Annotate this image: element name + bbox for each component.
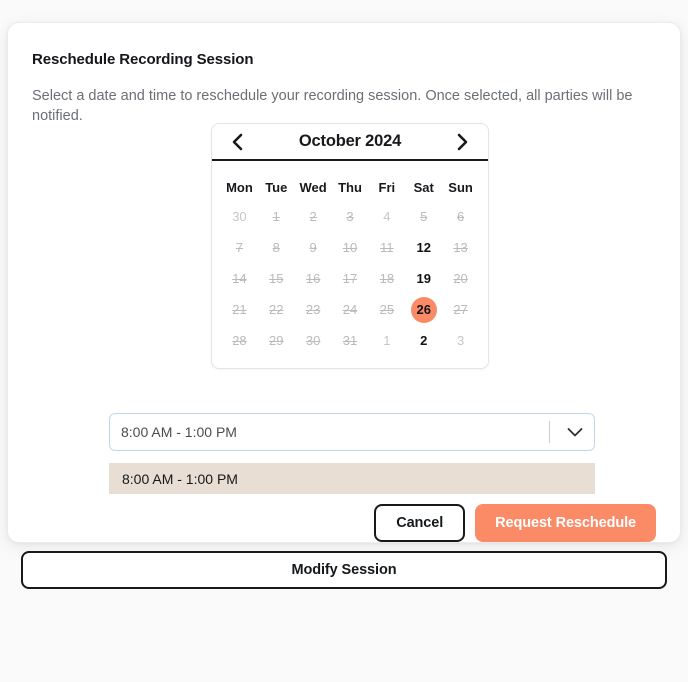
- modal-actions: Cancel Request Reschedule: [374, 504, 656, 542]
- calendar-day-7: 7: [221, 232, 258, 263]
- calendar-day-label: 9: [309, 240, 317, 255]
- calendar-day-22: 22: [258, 294, 295, 325]
- weekday-label: Tue: [265, 180, 288, 195]
- calendar-day-6: 6: [442, 201, 479, 232]
- chevron-down-icon[interactable]: [562, 427, 588, 438]
- calendar-day-14: 14: [221, 263, 258, 294]
- calendar-day-27: 27: [442, 294, 479, 325]
- calendar-day-label: 23: [305, 302, 321, 317]
- calendar-day-label: 19: [416, 271, 431, 286]
- calendar-day-label: 26: [410, 296, 437, 323]
- calendar-day-25: 25: [368, 294, 405, 325]
- calendar-day-label: 1: [272, 209, 280, 224]
- select-divider: [549, 421, 550, 443]
- request-reschedule-button[interactable]: Request Reschedule: [475, 504, 656, 542]
- calendar-day-label: 16: [305, 271, 321, 286]
- calendar-day-2[interactable]: 2: [405, 325, 442, 356]
- time-range-options-list: 8:00 AM - 1:00 PM: [109, 463, 595, 494]
- calendar-day-label: 29: [269, 333, 284, 348]
- weekday-label: Mon: [226, 180, 253, 195]
- calendar-header: October 2024: [212, 124, 488, 161]
- calendar-day-11: 11: [368, 232, 405, 263]
- calendar-day-label: 2: [309, 209, 317, 224]
- calendar-weekday-row: Mon Tue Wed Thu Fri Sat Sun: [221, 175, 479, 201]
- calendar-day-label: 4: [383, 209, 391, 224]
- calendar-day-label: 14: [232, 271, 247, 286]
- calendar-day-1: 1: [368, 325, 405, 356]
- calendar-day-label: 2: [420, 333, 428, 348]
- calendar-day-label: 7: [235, 240, 244, 255]
- calendar-day-15: 15: [258, 263, 295, 294]
- calendar-day-31: 31: [332, 325, 369, 356]
- calendar-day-9: 9: [295, 232, 332, 263]
- modal-title: Reschedule Recording Session: [32, 51, 254, 68]
- calendar-day-label: 10: [342, 240, 358, 255]
- calendar-day-21: 21: [221, 294, 258, 325]
- weekday-label: Sun: [448, 180, 473, 195]
- calendar-day-label: 13: [453, 240, 468, 255]
- calendar-body: Mon Tue Wed Thu Fri Sat Sun 30 1 2 3 4 5 6 7 8 9 1…: [212, 161, 488, 368]
- calendar-day-label: 6: [456, 209, 465, 224]
- calendar-day-13: 13: [442, 232, 479, 263]
- calendar-day-label: 21: [232, 302, 247, 317]
- calendar-day-label: 20: [453, 271, 468, 286]
- calendar-day-12[interactable]: 12: [405, 232, 442, 263]
- reschedule-modal: Reschedule Recording Session Select a da…: [7, 22, 681, 543]
- calendar-day-16: 16: [295, 263, 332, 294]
- calendar-day-18: 18: [368, 263, 405, 294]
- calendar-day-29: 29: [258, 325, 295, 356]
- weekday-label: Fri: [378, 180, 396, 195]
- time-range-selected-value: 8:00 AM - 1:00 PM: [121, 424, 237, 440]
- calendar-day-2: 2: [295, 201, 332, 232]
- calendar-day-label: 18: [379, 271, 395, 286]
- calendar-day-label: 17: [342, 271, 358, 286]
- calendar-day-grid: 30 1 2 3 4 5 6 7 8 9 10 11 12 13 14 15 16 17 18 19 20 21 22 23 2…: [221, 201, 479, 356]
- date-picker-calendar: October 2024 Mon Tue Wed Thu Fri Sat Sun: [211, 123, 489, 369]
- calendar-day-label: 31: [342, 333, 358, 348]
- weekday-label: Sat: [413, 180, 434, 195]
- calendar-day-28: 28: [221, 325, 258, 356]
- calendar-day-label: 22: [269, 302, 284, 317]
- chevron-left-icon[interactable]: [226, 130, 248, 154]
- calendar-day-label: 12: [416, 240, 431, 255]
- calendar-day-label: 3: [456, 333, 465, 348]
- modal-description: Select a date and time to reschedule you…: [32, 88, 633, 124]
- calendar-day-label: 11: [380, 240, 394, 255]
- modal-content: Reschedule Recording Session Select a da…: [8, 23, 680, 542]
- calendar-day-26[interactable]: 26: [405, 294, 442, 325]
- calendar-day-label: 3: [346, 209, 354, 224]
- calendar-day-17: 17: [332, 263, 369, 294]
- calendar-day-3: 3: [332, 201, 369, 232]
- calendar-day-label: 5: [420, 209, 428, 224]
- calendar-day-20: 20: [442, 263, 479, 294]
- calendar-day-24: 24: [332, 294, 369, 325]
- calendar-day-5: 5: [405, 201, 442, 232]
- calendar-day-8: 8: [258, 232, 295, 263]
- calendar-day-label: 25: [379, 302, 395, 317]
- time-range-select[interactable]: 8:00 AM - 1:00 PM: [109, 413, 595, 451]
- calendar-day-10: 10: [332, 232, 369, 263]
- calendar-day-30: 30: [221, 201, 258, 232]
- calendar-day-4: 4: [368, 201, 405, 232]
- modify-session-button[interactable]: Modify Session: [21, 551, 667, 589]
- calendar-day-label: 8: [272, 240, 280, 255]
- calendar-day-1: 1: [258, 201, 295, 232]
- calendar-day-19[interactable]: 19: [405, 263, 442, 294]
- calendar-day-label: 15: [269, 271, 284, 286]
- time-range-option[interactable]: 8:00 AM - 1:00 PM: [109, 463, 595, 494]
- calendar-day-3: 3: [442, 325, 479, 356]
- calendar-day-label: 1: [383, 333, 391, 348]
- calendar-month-label: October 2024: [298, 132, 402, 150]
- chevron-right-icon[interactable]: [452, 130, 474, 154]
- cancel-button[interactable]: Cancel: [374, 504, 466, 542]
- calendar-day-label: 30: [305, 333, 321, 348]
- calendar-day-23: 23: [295, 294, 332, 325]
- calendar-day-label: 30: [232, 209, 247, 224]
- weekday-label: Wed: [299, 180, 327, 195]
- calendar-day-label: 24: [342, 302, 358, 317]
- calendar-day-30: 30: [295, 325, 332, 356]
- weekday-label: Thu: [338, 180, 362, 195]
- calendar-day-label: 28: [232, 333, 247, 348]
- calendar-day-label: 27: [453, 302, 468, 317]
